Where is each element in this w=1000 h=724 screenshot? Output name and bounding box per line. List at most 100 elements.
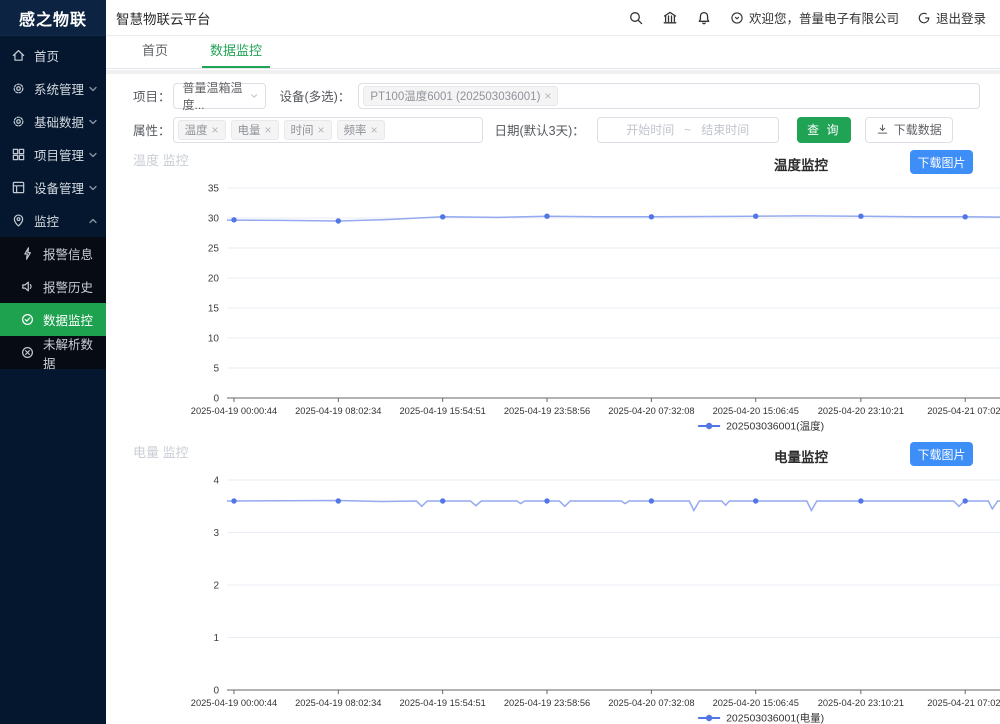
svg-text:2025-04-19 23:58:56: 2025-04-19 23:58:56 xyxy=(504,698,590,708)
sidebar-item-unparsed-data[interactable]: 未解析数据 xyxy=(0,336,106,369)
svg-text:2025-04-20 23:10:21: 2025-04-20 23:10:21 xyxy=(818,406,904,416)
attr-label: 属性： xyxy=(133,120,171,139)
query-button[interactable]: 查 询 xyxy=(797,117,851,143)
device-multiselect[interactable]: PT100温度6001 (202503036001) × xyxy=(358,83,980,109)
svg-text:2: 2 xyxy=(213,581,219,592)
device-label: 设备(多选)： xyxy=(280,86,351,105)
top-bar-actions: 欢迎您，普量电子有限公司 退出登录 xyxy=(628,8,986,27)
tab-data-monitor[interactable]: 数据监控 xyxy=(202,40,270,68)
download-icon xyxy=(876,123,889,136)
attr-tag: 电量 × xyxy=(231,120,279,140)
chart-title: 温度监控 xyxy=(774,154,828,174)
filter-row-attrs: 属性： 温度 × 电量 × 时间 × 频率 × 日期(默 xyxy=(133,116,1000,143)
chevron-down-icon xyxy=(88,84,98,94)
app-logo: 感之物联 xyxy=(0,0,106,36)
svg-text:20: 20 xyxy=(208,274,220,285)
sidebar-item-home[interactable]: 首页 xyxy=(0,39,106,72)
gear-icon xyxy=(11,114,26,129)
welcome-menu[interactable]: 欢迎您，普量电子有限公司 xyxy=(730,8,899,27)
svg-text:2025-04-19 08:02:34: 2025-04-19 08:02:34 xyxy=(295,698,381,708)
attr-multiselect[interactable]: 温度 × 电量 × 时间 × 频率 × xyxy=(173,117,483,143)
filter-row-project: 项目： 普量温箱温度... 设备(多选)： PT100温度6001 (20250… xyxy=(133,82,1000,109)
sidebar-item-system-mgmt[interactable]: 系统管理 xyxy=(0,72,106,105)
svg-text:2025-04-20 07:32:08: 2025-04-20 07:32:08 xyxy=(608,698,694,708)
svg-text:1: 1 xyxy=(213,633,219,644)
svg-text:0: 0 xyxy=(213,686,219,697)
svg-text:4: 4 xyxy=(213,476,219,487)
welcome-text: 欢迎您，普量电子有限公司 xyxy=(749,8,899,27)
sidebar-item-label: 报警历史 xyxy=(43,277,93,296)
project-label: 项目： xyxy=(133,86,171,105)
chevron-down-icon xyxy=(88,150,98,160)
download-image-button[interactable]: 下载图片 xyxy=(910,442,973,466)
chevron-up-icon xyxy=(88,216,98,226)
sidebar-item-basic-data[interactable]: 基础数据 xyxy=(0,105,106,138)
sidebar-item-label: 数据监控 xyxy=(43,310,93,329)
tab-bar: 首页 数据监控 xyxy=(106,36,1000,69)
chevron-down-icon xyxy=(88,117,98,127)
svg-text:2025-04-19 08:02:34: 2025-04-19 08:02:34 xyxy=(295,406,381,416)
sidebar-item-data-monitor[interactable]: 数据监控 xyxy=(0,303,106,336)
svg-text:15: 15 xyxy=(208,304,220,315)
map-pin-icon xyxy=(11,213,26,228)
badge-check-icon xyxy=(20,312,35,327)
gear-icon xyxy=(11,81,26,96)
chart-watermark: 电量 监控 xyxy=(133,441,189,460)
project-select[interactable]: 普量温箱温度... xyxy=(173,83,266,109)
date-start-placeholder: 开始时间 xyxy=(626,121,674,138)
sidebar-item-label: 基础数据 xyxy=(34,112,84,131)
chart-watermark: 温度 监控 xyxy=(133,149,189,168)
close-icon[interactable]: × xyxy=(265,124,272,136)
close-icon[interactable]: × xyxy=(318,124,325,136)
svg-text:2025-04-19 15:54:51: 2025-04-19 15:54:51 xyxy=(400,698,486,708)
svg-text:5: 5 xyxy=(213,364,219,375)
device-tag-label: PT100温度6001 (202503036001) xyxy=(370,88,540,104)
sidebar-item-label: 监控 xyxy=(34,211,59,230)
attr-tag: 温度 × xyxy=(178,120,226,140)
sidebar-item-monitor[interactable]: 监控 xyxy=(0,204,106,237)
sidebar-item-label: 系统管理 xyxy=(34,79,84,98)
svg-text:2025-04-21 07:02:: 2025-04-21 07:02: xyxy=(927,698,1000,708)
close-icon[interactable]: × xyxy=(371,124,378,136)
sidebar-item-label: 首页 xyxy=(34,46,59,65)
bell-icon[interactable] xyxy=(696,10,712,26)
svg-text:2025-04-20 15:06:45: 2025-04-20 15:06:45 xyxy=(713,406,799,416)
platform-title: 智慧物联云平台 xyxy=(116,8,211,28)
sidebar: 感之物联 首页 系统管理 基础数据 项目管理 xyxy=(0,0,106,724)
close-icon[interactable]: × xyxy=(544,90,551,102)
project-select-value: 普量温箱温度... xyxy=(183,79,251,113)
home-nav-icon[interactable] xyxy=(662,10,678,26)
chevron-down-icon xyxy=(250,91,258,101)
date-range-input[interactable]: 开始时间 ~ 结束时间 xyxy=(597,117,779,143)
tab-home[interactable]: 首页 xyxy=(134,40,176,68)
sidebar-item-project-mgmt[interactable]: 项目管理 xyxy=(0,138,106,171)
logout-icon xyxy=(917,11,931,25)
svg-text:2025-04-19 00:00:44: 2025-04-19 00:00:44 xyxy=(191,698,277,708)
sidebar-item-device-mgmt[interactable]: 设备管理 xyxy=(0,171,106,204)
battery-chart-section: 电量 监控 电量监控 下载图片 012342025-04-19 00:00:44… xyxy=(133,442,1000,724)
attr-tag-label: 温度 xyxy=(185,122,208,138)
svg-text:2025-04-20 23:10:21: 2025-04-20 23:10:21 xyxy=(818,698,904,708)
date-separator: ~ xyxy=(684,123,691,137)
speaker-icon xyxy=(20,279,35,294)
sidebar-item-alarm-info[interactable]: 报警信息 xyxy=(0,237,106,270)
logout-button[interactable]: 退出登录 xyxy=(917,8,986,27)
svg-text:25: 25 xyxy=(208,244,220,255)
search-icon[interactable] xyxy=(628,10,644,26)
sidebar-submenu-monitor: 报警信息 报警历史 数据监控 未解析数据 xyxy=(0,237,106,369)
attr-tag-label: 频率 xyxy=(344,122,367,138)
sidebar-item-label: 设备管理 xyxy=(34,178,84,197)
svg-text:30: 30 xyxy=(208,214,220,225)
sidebar-item-alarm-history[interactable]: 报警历史 xyxy=(0,270,106,303)
device-tag: PT100温度6001 (202503036001) × xyxy=(363,86,558,106)
close-icon[interactable]: × xyxy=(212,124,219,136)
chart-header: 温度 监控 温度监控 下载图片 xyxy=(133,150,1000,176)
svg-text:202503036001(电量): 202503036001(电量) xyxy=(726,712,824,724)
svg-text:202503036001(温度): 202503036001(温度) xyxy=(726,420,824,433)
svg-text:2025-04-19 23:58:56: 2025-04-19 23:58:56 xyxy=(504,406,590,416)
date-label: 日期(默认3天)： xyxy=(495,120,585,139)
gear-cross-icon xyxy=(20,345,35,360)
download-data-button[interactable]: 下载数据 xyxy=(865,117,953,143)
temperature-chart-section: 温度 监控 温度监控 下载图片 051015202530352025-04-19… xyxy=(133,150,1000,432)
download-image-button[interactable]: 下载图片 xyxy=(910,150,973,174)
